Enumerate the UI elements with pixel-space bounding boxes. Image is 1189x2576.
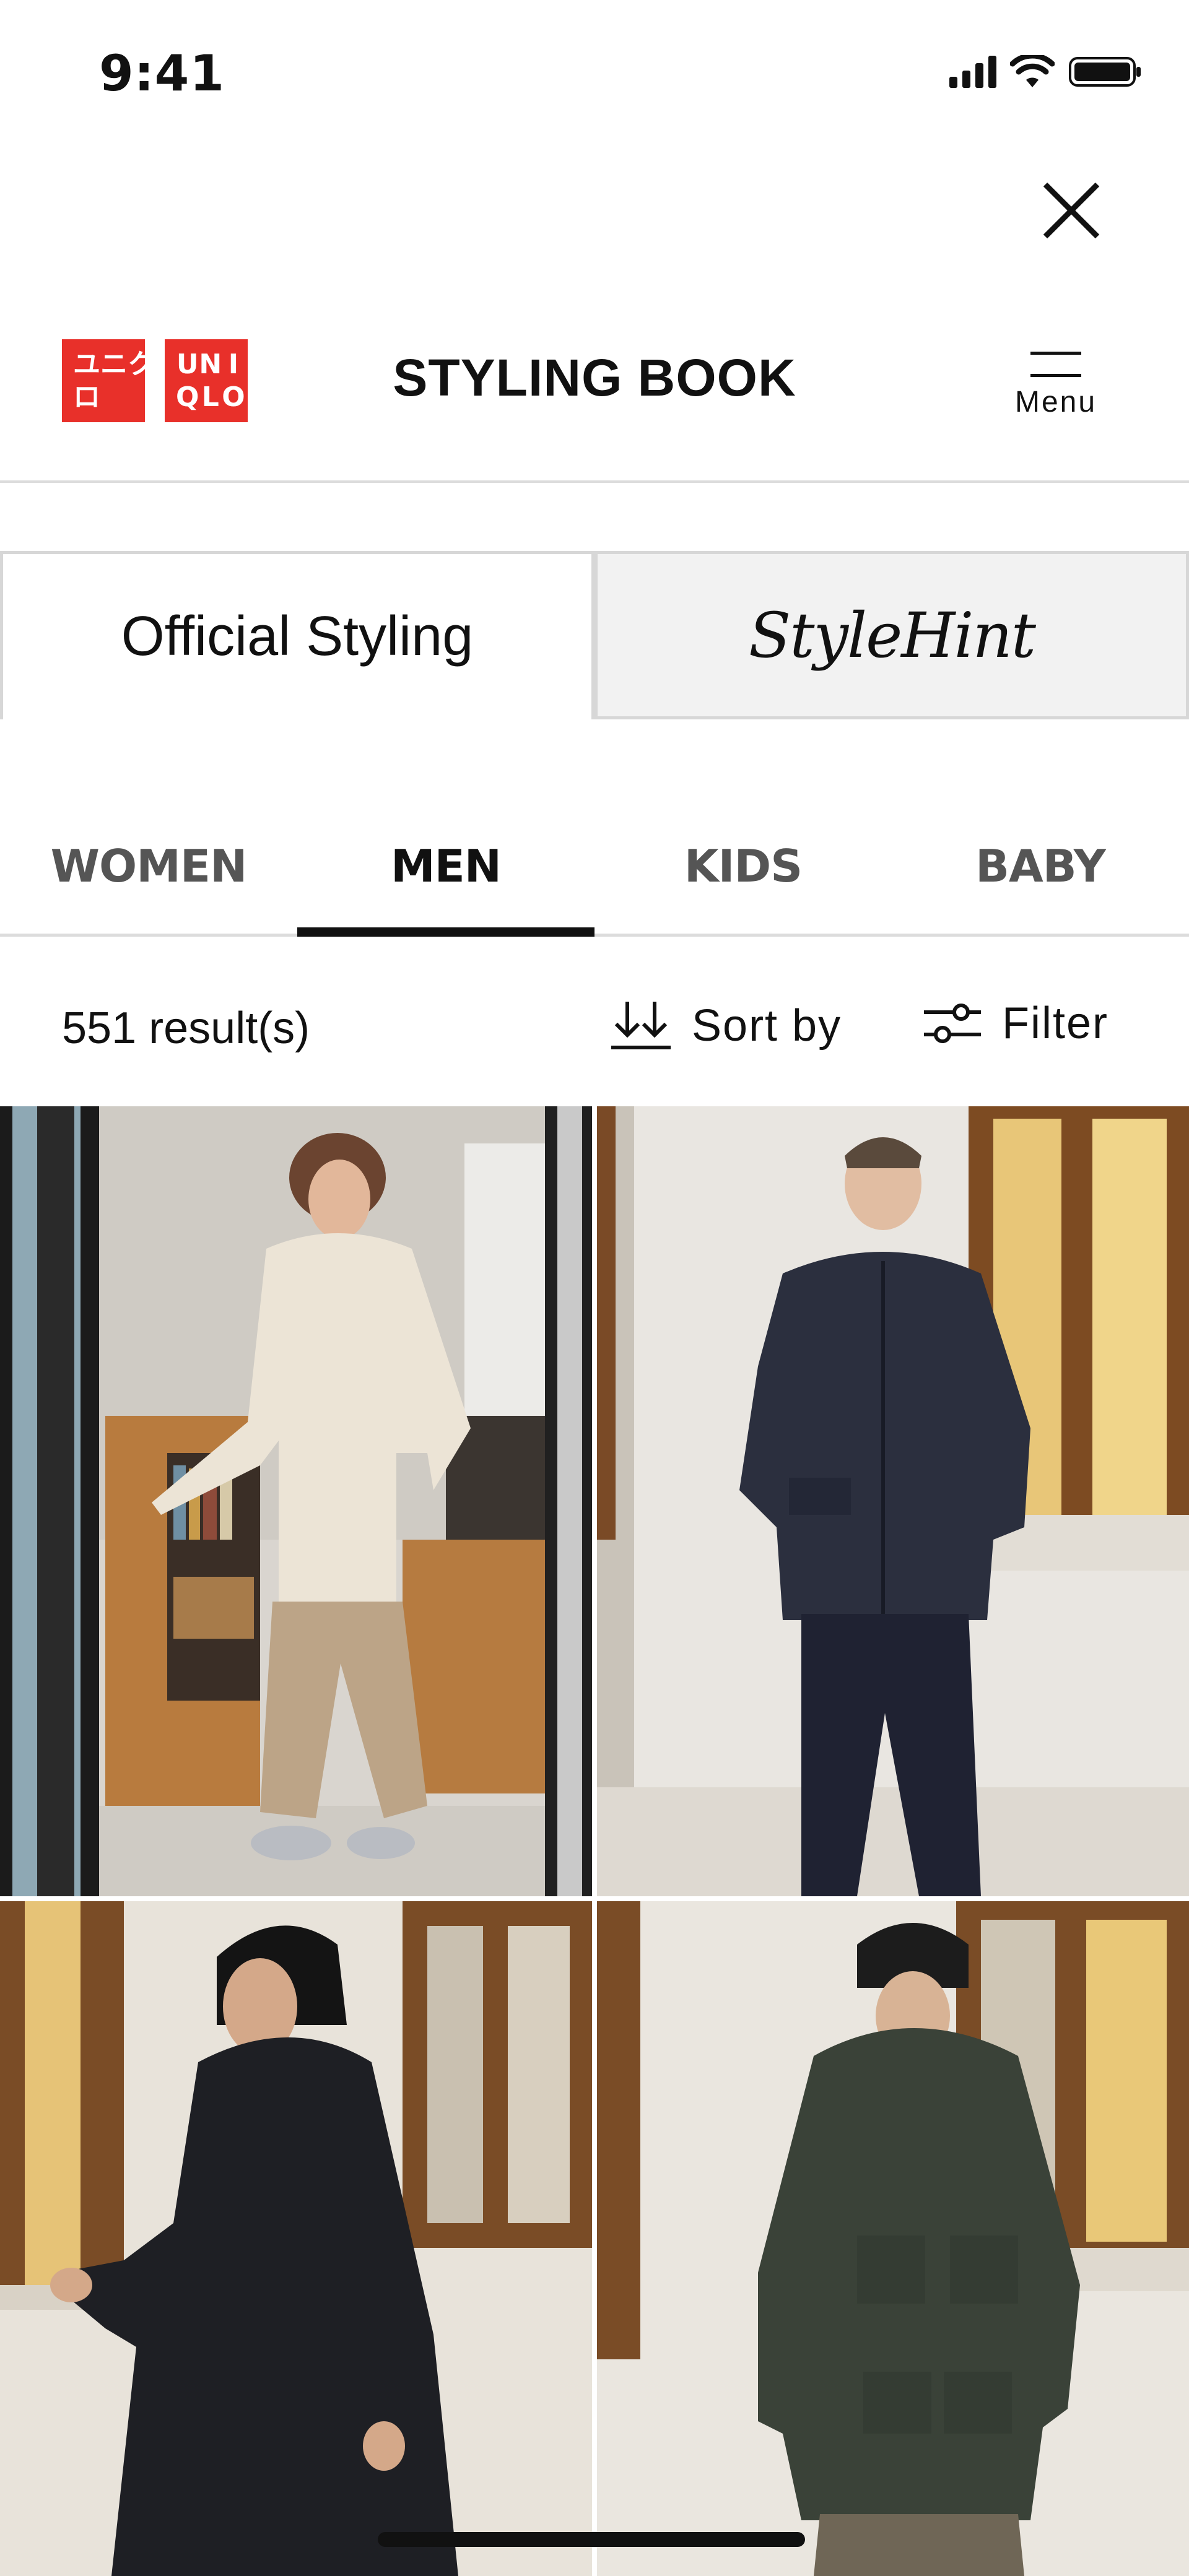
stylehint-logo: StyleHint (748, 599, 1036, 672)
tab-official-styling-label: Official Styling (121, 605, 474, 667)
styling-photo-2[interactable] (597, 1106, 1189, 1896)
sort-button[interactable]: Sort by (610, 998, 842, 1054)
tab-women[interactable]: WOMEN (0, 799, 297, 934)
menu-button[interactable]: Menu (1009, 347, 1102, 419)
tab-kids[interactable]: KIDS (594, 799, 892, 934)
cellular-signal-icon (949, 56, 996, 88)
filter-label: Filter (1002, 999, 1108, 1048)
home-indicator[interactable] (378, 2532, 805, 2547)
tab-baby[interactable]: BABY (892, 799, 1189, 934)
styling-photo-3[interactable] (0, 1901, 592, 2576)
status-time: 9:41 (99, 45, 225, 102)
results-bar: 551 result(s) Sort by Filter (0, 941, 1189, 1108)
sort-icon (611, 1002, 671, 1049)
results-count: 551 result(s) (62, 1004, 310, 1053)
close-button[interactable] (1034, 173, 1108, 248)
styling-photo-4[interactable] (597, 1901, 1189, 2576)
menu-label: Menu (1014, 386, 1097, 418)
tab-men[interactable]: MEN (297, 799, 594, 937)
filter-button[interactable]: Filter (923, 998, 1108, 1049)
hamburger-icon (1030, 347, 1081, 381)
gender-tabs: WOMEN MEN KIDS BABY (0, 799, 1189, 937)
status-bar: 9:41 (0, 0, 1189, 142)
tab-official-styling[interactable]: Official Styling (0, 551, 594, 719)
status-icons (949, 54, 1143, 89)
wifi-icon (1010, 55, 1055, 89)
header: ユニク ロ UNI QLO STYLING BOOK Menu (0, 310, 1189, 483)
battery-icon (1068, 54, 1143, 89)
styling-photo-1[interactable] (0, 1106, 592, 1896)
filter-sliders-icon (924, 1004, 981, 1043)
close-icon (1043, 182, 1100, 239)
styling-type-tabs: Official Styling StyleHint (0, 551, 1189, 719)
styling-photo-grid (0, 1106, 1189, 2576)
sort-label: Sort by (692, 1001, 842, 1051)
tab-stylehint[interactable]: StyleHint (594, 551, 1189, 719)
